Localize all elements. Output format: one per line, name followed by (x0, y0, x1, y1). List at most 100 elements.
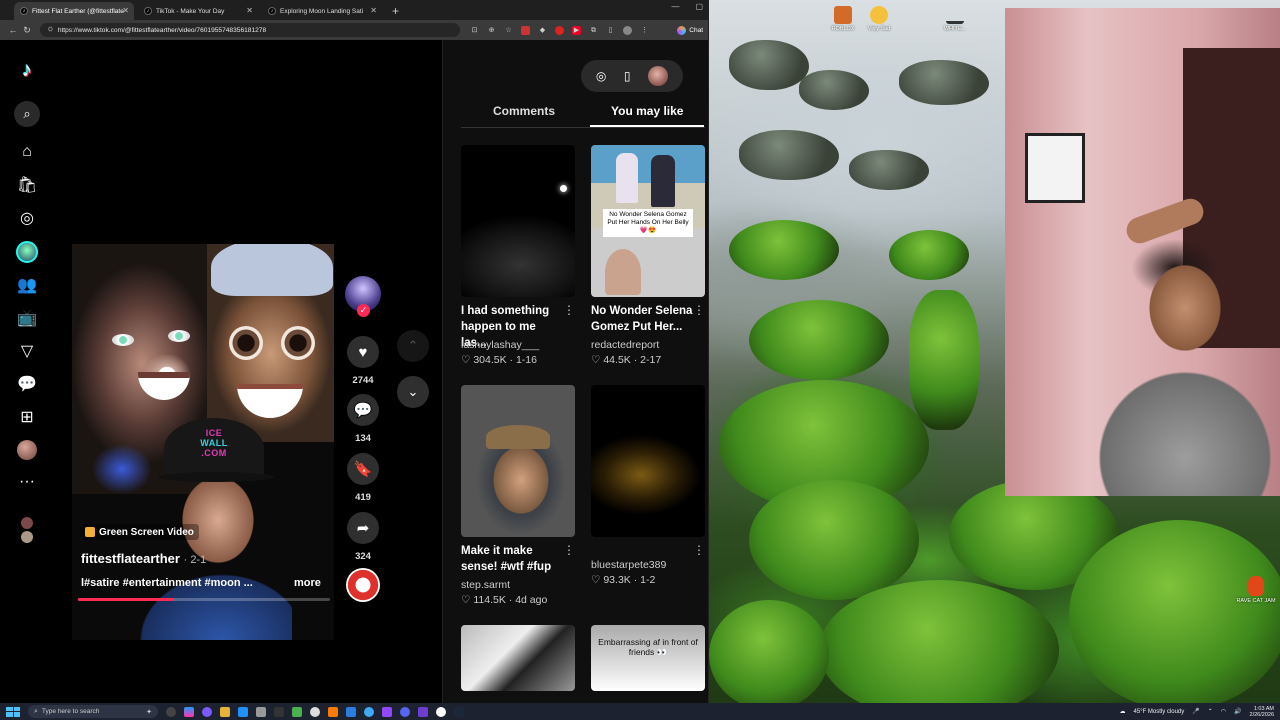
edge-icon[interactable] (364, 706, 374, 717)
profile-avatar[interactable] (13, 436, 41, 464)
browser-tab-2[interactable]: ♪ TikTok - Make Your Day ✕ (138, 2, 258, 20)
reload-icon[interactable]: ↻ (20, 25, 34, 36)
more-options-icon[interactable]: ⋮ (693, 543, 705, 557)
follow-plus-icon[interactable]: ✓ (357, 304, 370, 317)
next-video-chevron-down-icon[interactable]: ⌄ (397, 376, 429, 408)
more-options-icon[interactable]: ⋮ (563, 543, 575, 557)
effect-tag[interactable]: Green Screen Video (80, 524, 199, 540)
following-avatars[interactable] (13, 516, 41, 544)
extension-red-icon[interactable] (521, 25, 530, 35)
coin-icon[interactable]: ◎ (596, 69, 606, 83)
volume-icon[interactable]: 🔊 (1234, 708, 1241, 715)
card-author[interactable]: bluestarpete389 (591, 559, 666, 571)
like-heart-icon[interactable]: ♥ (347, 336, 379, 368)
new-tab-button[interactable]: + (386, 2, 405, 20)
browser-tab-1[interactable]: ♪ Fittest Flat Earther (@fittestflate ✕ (14, 2, 134, 20)
creator-avatar[interactable]: ✓ (345, 276, 381, 317)
alien-app-icon[interactable] (274, 706, 284, 717)
close-tab-icon[interactable]: ✕ (122, 6, 129, 15)
upload-send-icon[interactable]: ▽ (13, 337, 41, 365)
weather-text[interactable]: 45°F Mostly cloudy (1134, 709, 1185, 715)
card-title[interactable]: No Wonder Selena Gomez Put Her... (591, 303, 693, 335)
back-arrow-icon[interactable]: ← (6, 25, 20, 35)
explore-compass-icon[interactable]: ◎ (13, 204, 41, 232)
card-title[interactable]: Make it make sense! #wtf #fup (461, 543, 563, 575)
github-icon[interactable] (310, 706, 320, 717)
screenshot-icon[interactable]: ⊡ (470, 26, 479, 35)
zoom-icon[interactable]: ⊕ (487, 26, 496, 35)
more-dots-icon[interactable]: ··· (13, 468, 41, 496)
upload-plus-icon[interactable]: ⊞ (13, 403, 41, 431)
tiktok-logo-icon[interactable]: ♪ (13, 56, 41, 84)
twitch-icon[interactable] (382, 706, 392, 717)
app-icon[interactable] (346, 706, 356, 717)
app-icon[interactable] (202, 706, 212, 717)
home-icon[interactable]: ⌂ (13, 138, 41, 166)
store-icon[interactable] (238, 706, 248, 717)
live-tv-icon[interactable]: 📺 (13, 304, 41, 332)
card-author[interactable]: lashaylashay___ (461, 339, 539, 351)
previous-video-chevron-up-icon[interactable]: ⌃ (397, 330, 429, 362)
video-thumbnail[interactable] (461, 145, 575, 297)
card-author[interactable]: redactedreport (591, 339, 659, 351)
messages-icon[interactable]: 💬 (13, 370, 41, 398)
copilot-app-icon[interactable] (184, 706, 194, 717)
tab-comments[interactable]: Comments (493, 104, 555, 118)
more-options-icon[interactable]: ⋮ (693, 303, 705, 317)
browser-tab-3[interactable]: ♪ Exploring Moon Landing Sati ✕ (262, 2, 382, 20)
video-card[interactable] (461, 625, 575, 695)
video-thumbnail[interactable] (591, 385, 705, 537)
music-disc-icon[interactable] (346, 568, 380, 602)
weather-icon[interactable]: ☁ (1120, 708, 1126, 715)
video-card[interactable]: No Wonder Selena Gomez Put Her Hands On … (591, 145, 705, 375)
comment-icon[interactable]: 💬 (347, 394, 379, 426)
app-icon[interactable] (418, 706, 428, 717)
discord-icon[interactable] (400, 706, 410, 717)
youtube-extension-icon[interactable]: ▶ (572, 25, 581, 35)
video-thumbnail[interactable]: Embarrassing af in front of friends 👀 (591, 625, 705, 691)
share-arrow-icon[interactable]: ➦ (347, 512, 379, 544)
alien-app-icon[interactable] (166, 706, 176, 717)
video-progress-bar[interactable] (78, 598, 330, 601)
following-icon[interactable]: 👥 (13, 271, 41, 299)
sidebar-icon[interactable]: ▯ (606, 26, 615, 35)
taskbar-search[interactable]: ⌕ Type here to search ✦ (28, 705, 158, 718)
tray-chevron-icon[interactable]: ⌃ (1208, 708, 1213, 715)
app-icon[interactable] (328, 706, 338, 717)
video-card[interactable]: ⋮ bluestarpete389 ♡ 93.3K · 1-2 (591, 385, 705, 615)
video-caption[interactable]: l#satire #entertainment #moon ... (81, 577, 253, 589)
app-icon[interactable] (256, 706, 266, 717)
windows-start-icon[interactable] (6, 706, 20, 717)
close-tab-icon[interactable]: ✕ (370, 6, 377, 15)
desktop-icon-white[interactable]: WHITE... (935, 6, 975, 32)
minimize-icon[interactable]: — (671, 2, 679, 11)
mic-icon[interactable]: 🎤 (1192, 708, 1199, 715)
file-explorer-icon[interactable] (220, 706, 230, 717)
user-avatar[interactable] (648, 66, 669, 86)
desktop-icon-roblox[interactable]: ROBLOX (823, 6, 863, 32)
network-icon[interactable]: ◠ (1221, 708, 1226, 715)
card-author[interactable]: step.sarmt (461, 579, 510, 591)
bookmark-icon[interactable]: 🔖 (347, 453, 379, 485)
chat-button[interactable]: Chat (677, 25, 703, 35)
tab-you-may-like[interactable]: You may like (611, 104, 683, 118)
obs-icon[interactable] (436, 706, 446, 717)
url-input[interactable]: ⛭ https://www.tiktok.com/@fittestflatear… (40, 23, 460, 37)
maximize-icon[interactable]: ▢ (695, 2, 703, 11)
bookmark-star-icon[interactable]: ☆ (504, 26, 513, 35)
video-card[interactable]: Embarrassing af in front of friends 👀 (591, 625, 705, 695)
shop-icon[interactable]: 🛍 (13, 171, 41, 199)
desktop-icon-very-sad[interactable]: Very Sad (859, 6, 899, 32)
video-card[interactable]: Make it make sense! #wtf #fup ⋮ step.sar… (461, 385, 575, 615)
video-thumbnail[interactable] (461, 385, 575, 537)
desktop-icon-rave-cat[interactable]: RAVE CAT JAM (1236, 576, 1276, 604)
menu-dots-icon[interactable]: ⋮ (640, 26, 649, 35)
more-options-icon[interactable]: ⋮ (563, 303, 575, 317)
profile-avatar-icon[interactable] (623, 25, 632, 35)
video-thumbnail[interactable] (461, 625, 575, 691)
video-author[interactable]: fittestflatearther · 2-1 (81, 551, 206, 566)
video-card[interactable]: I had something happen to me las... ⋮ la… (461, 145, 575, 375)
extension-stop-icon[interactable] (555, 25, 564, 35)
extension-diamond-icon[interactable]: ◆ (538, 26, 547, 35)
close-tab-icon[interactable]: ✕ (246, 6, 253, 15)
